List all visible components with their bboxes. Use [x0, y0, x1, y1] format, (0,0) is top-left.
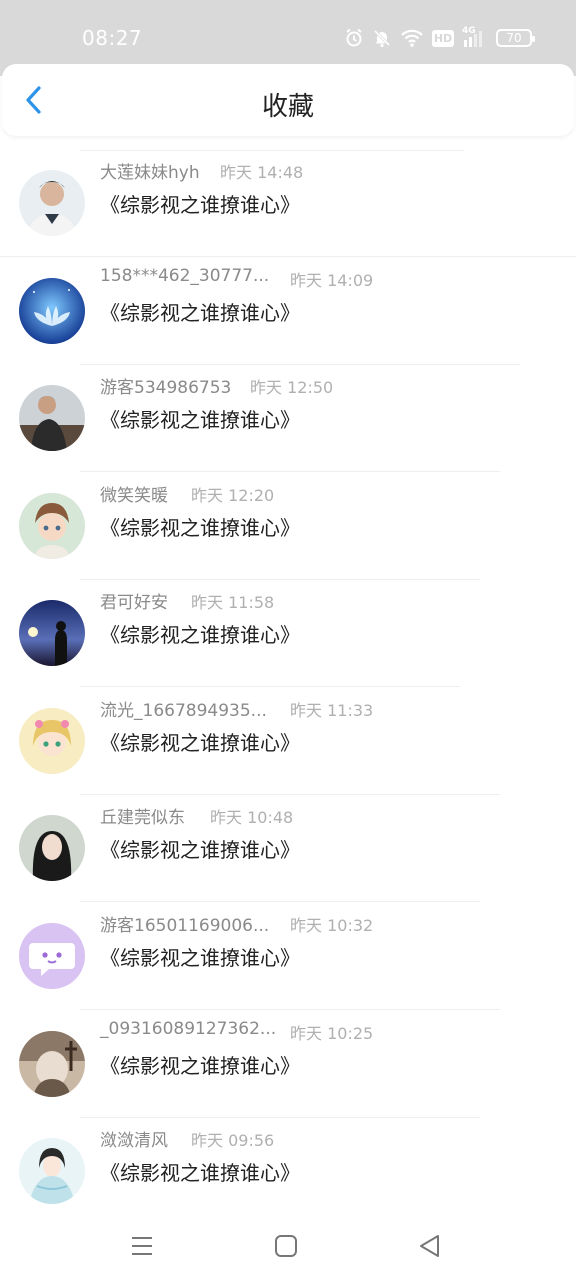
username[interactable]: 158***462_30777... — [100, 266, 269, 286]
book-title[interactable]: 《综影视之谁撩谁心》 — [100, 512, 300, 541]
book-title[interactable]: 《综影视之谁撩谁心》 — [100, 619, 300, 648]
status-time: 08:27 — [82, 26, 143, 50]
status-icons: HD 4G 70 — [344, 26, 535, 50]
timestamp: 昨天 11:33 — [290, 701, 374, 720]
timestamp: 昨天 14:48 — [220, 163, 304, 182]
divider — [80, 1117, 480, 1118]
avatar[interactable] — [19, 1138, 85, 1204]
avatar[interactable] — [19, 1031, 85, 1097]
username[interactable]: _09316089127362... — [100, 1019, 276, 1039]
favorite-item[interactable]: _09316089127362... 昨天 10:25 《综影视之谁撩谁心》 — [0, 1015, 576, 1122]
avatar[interactable] — [19, 600, 85, 666]
book-title[interactable]: 《综影视之谁撩谁心》 — [100, 404, 300, 433]
menu-icon[interactable] — [128, 1232, 156, 1260]
battery-icon: 70 — [496, 29, 535, 47]
timestamp: 昨天 11:58 — [191, 593, 275, 612]
username[interactable]: 游客534986753 — [100, 373, 231, 398]
signal-icon: 4G — [462, 26, 488, 48]
favorite-item[interactable]: 大莲妹妹hyh 昨天 14:48 《综影视之谁撩谁心》 — [0, 154, 576, 261]
alarm-icon — [344, 28, 364, 48]
timestamp: 昨天 10:48 — [210, 808, 294, 827]
favorite-item[interactable]: 丘建莞似东 昨天 10:48 《综影视之谁撩谁心》 — [0, 799, 576, 906]
username[interactable]: 微笑笑暖 — [100, 481, 168, 506]
avatar[interactable] — [19, 815, 85, 881]
username[interactable]: 大莲妹妹hyh — [100, 158, 200, 183]
timestamp: 昨天 14:09 — [290, 271, 374, 290]
favorite-item[interactable]: 158***462_30777... 昨天 14:09 《综影视之谁撩谁心》 — [0, 262, 576, 369]
divider — [80, 1009, 500, 1010]
favorite-item[interactable]: 微笑笑暖 昨天 12:20 《综影视之谁撩谁心》 — [0, 477, 576, 584]
book-title[interactable]: 《综影视之谁撩谁心》 — [100, 727, 300, 756]
hd-icon: HD — [432, 29, 454, 47]
avatar[interactable] — [19, 708, 85, 774]
divider — [0, 256, 576, 257]
favorite-item[interactable]: 流光_1667894935... 昨天 11:33 《综影视之谁撩谁心》 — [0, 692, 576, 799]
avatar[interactable] — [19, 170, 85, 236]
mute-icon — [372, 28, 392, 48]
wifi-icon — [400, 28, 424, 48]
avatar[interactable] — [19, 385, 85, 451]
book-title[interactable]: 《综影视之谁撩谁心》 — [100, 189, 300, 218]
username[interactable]: 游客16501169006... — [100, 911, 269, 936]
favorite-item[interactable]: 君可好安 昨天 11:58 《综影视之谁撩谁心》 — [0, 584, 576, 691]
page-title: 收藏 — [261, 92, 314, 122]
divider — [80, 150, 464, 151]
divider — [80, 686, 460, 687]
timestamp: 昨天 10:25 — [290, 1024, 374, 1043]
favorite-item[interactable]: 游客534986753 昨天 12:50 《综影视之谁撩谁心》 — [0, 369, 576, 476]
timestamp: 昨天 09:56 — [191, 1131, 275, 1150]
timestamp: 昨天 12:20 — [191, 486, 275, 505]
avatar[interactable] — [19, 278, 85, 344]
system-nav-bar — [0, 1218, 576, 1280]
nav-bar: 收藏 — [2, 64, 574, 136]
book-title[interactable]: 《综影视之谁撩谁心》 — [100, 297, 300, 326]
avatar[interactable] — [19, 923, 85, 989]
username[interactable]: 潋潋清风 — [100, 1126, 168, 1151]
back-triangle-icon[interactable] — [416, 1232, 444, 1260]
book-title[interactable]: 《综影视之谁撩谁心》 — [100, 834, 300, 863]
timestamp: 昨天 10:32 — [290, 916, 374, 935]
timestamp: 昨天 12:50 — [250, 378, 334, 397]
favorite-item[interactable]: 潋潋清风 昨天 09:56 《综影视之谁撩谁心》 — [0, 1122, 576, 1229]
book-title[interactable]: 《综影视之谁撩谁心》 — [100, 1050, 300, 1079]
divider — [80, 471, 500, 472]
divider — [80, 901, 480, 902]
favorite-item[interactable]: 游客16501169006... 昨天 10:32 《综影视之谁撩谁心》 — [0, 907, 576, 1014]
username[interactable]: 丘建莞似东 — [100, 803, 185, 828]
avatar[interactable] — [19, 493, 85, 559]
divider — [80, 579, 480, 580]
book-title[interactable]: 《综影视之谁撩谁心》 — [100, 942, 300, 971]
book-title[interactable]: 《综影视之谁撩谁心》 — [100, 1157, 300, 1186]
home-square-icon[interactable] — [272, 1232, 300, 1260]
username[interactable]: 君可好安 — [100, 588, 168, 613]
divider — [80, 364, 520, 365]
username[interactable]: 流光_1667894935... — [100, 696, 267, 721]
divider — [80, 794, 500, 795]
